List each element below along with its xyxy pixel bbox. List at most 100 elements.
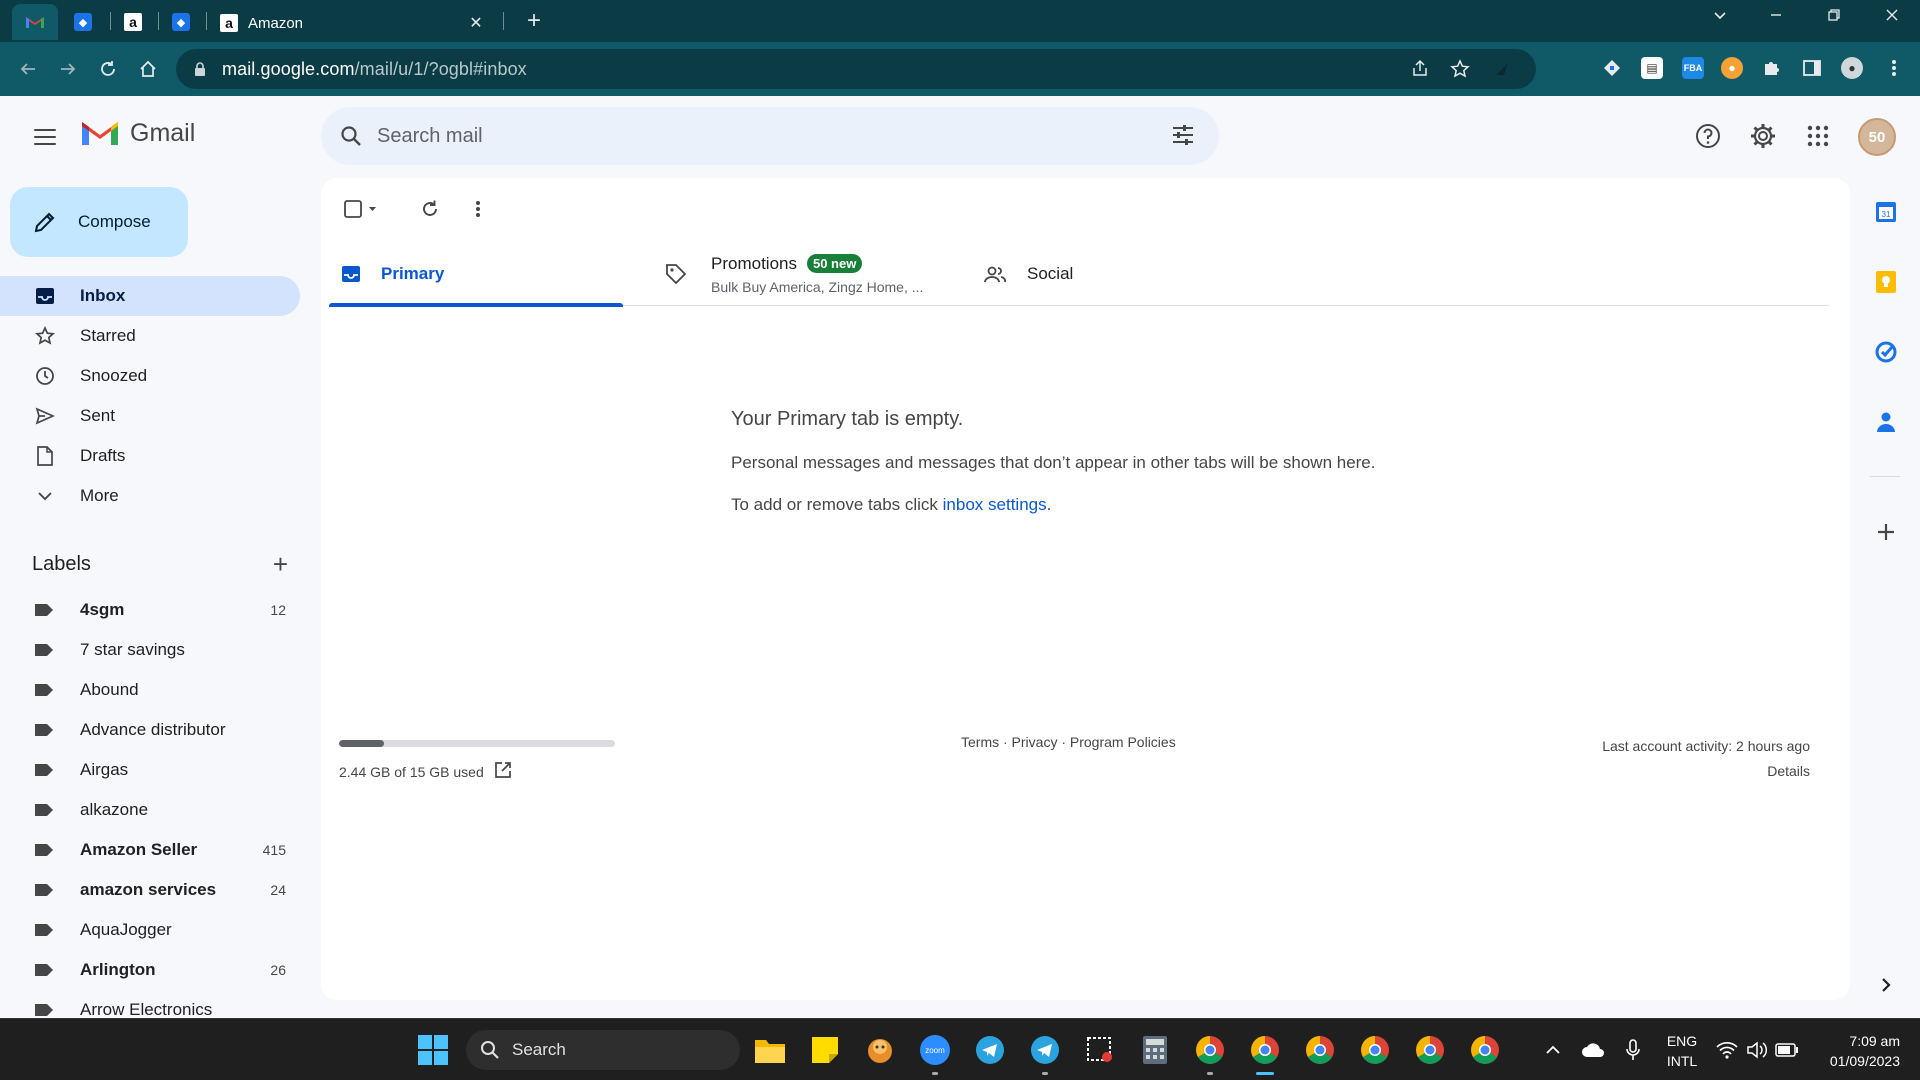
chrome-profile-2-icon[interactable]: [1303, 1033, 1337, 1067]
nav-item-more[interactable]: More: [0, 476, 300, 516]
nav-item-starred[interactable]: Starred: [0, 316, 300, 356]
profile-avatar-icon[interactable]: ●: [1841, 57, 1863, 79]
windows-start-icon[interactable]: [418, 1035, 448, 1065]
chrome-icon[interactable]: [1193, 1033, 1227, 1075]
label-item[interactable]: 4sgm 12: [0, 590, 300, 630]
help-icon[interactable]: [1688, 118, 1728, 154]
details-link[interactable]: Details: [1602, 759, 1810, 784]
label-list: 4sgm 12 7 star savings Abound Advance distri…: [0, 590, 300, 1030]
microphone-icon[interactable]: [1616, 1033, 1650, 1067]
zoom-icon[interactable]: zoom: [918, 1033, 952, 1075]
extension-puzzle-blue-icon[interactable]: [1601, 57, 1623, 79]
address-bar[interactable]: mail.google.com/mail/u/1/?ogbl#inbox: [176, 49, 1536, 89]
label-item[interactable]: Amazon Seller 415: [0, 830, 300, 870]
chevron-down-icon: [34, 485, 56, 507]
add-label-icon[interactable]: +: [273, 549, 288, 580]
settings-gear-icon[interactable]: [1743, 118, 1783, 154]
keep-icon[interactable]: [1872, 268, 1900, 296]
extension-doc-icon[interactable]: ▤: [1641, 57, 1663, 79]
account-avatar[interactable]: 50: [1858, 118, 1896, 156]
telegram-2-icon[interactable]: [1028, 1033, 1062, 1075]
calculator-icon[interactable]: [1138, 1033, 1172, 1067]
reload-icon[interactable]: [94, 55, 122, 83]
browser-menu-icon[interactable]: [1883, 57, 1905, 79]
telegram-icon[interactable]: [973, 1033, 1007, 1067]
label-item[interactable]: 7 star savings: [0, 630, 300, 670]
search-mail-bar[interactable]: Search mail: [321, 107, 1219, 165]
label-item[interactable]: Advance distributor: [0, 710, 300, 750]
sticky-notes-icon[interactable]: [808, 1033, 842, 1067]
nav-item-sent[interactable]: Sent: [0, 396, 300, 436]
chrome-active-icon[interactable]: [1248, 1033, 1282, 1075]
label-item[interactable]: Airgas: [0, 750, 300, 790]
search-icon[interactable]: [339, 124, 363, 148]
window-close-icon[interactable]: [1872, 8, 1912, 32]
more-vert-icon[interactable]: [461, 192, 495, 226]
tab-gmail[interactable]: [12, 4, 58, 40]
main-menu-icon[interactable]: [28, 120, 62, 154]
extension-fba-icon[interactable]: FBA: [1682, 57, 1704, 79]
minimize-icon[interactable]: [1756, 8, 1796, 32]
game-app-icon[interactable]: [863, 1033, 897, 1067]
apps-grid-icon[interactable]: [1798, 118, 1838, 154]
select-checkbox[interactable]: [339, 192, 383, 226]
share-icon[interactable]: [1410, 59, 1430, 84]
calendar-icon[interactable]: 31: [1872, 198, 1900, 226]
tab-promotions[interactable]: Promotions 50 new Bulk Buy America, Zing…: [647, 242, 937, 306]
search-options-icon[interactable]: [1169, 121, 1199, 151]
bookmark-star-icon[interactable]: [1450, 59, 1470, 84]
label-item[interactable]: Arlington 26: [0, 950, 300, 990]
tasks-icon[interactable]: [1872, 338, 1900, 366]
tab-search-icon[interactable]: [1700, 8, 1740, 32]
taskbar-search[interactable]: Search: [466, 1030, 740, 1070]
nav-item-inbox[interactable]: Inbox: [0, 276, 300, 316]
chrome-profile-5-icon[interactable]: [1468, 1033, 1502, 1067]
extension-arrow-icon[interactable]: [1492, 59, 1512, 84]
back-icon[interactable]: [14, 55, 42, 83]
label-tag-icon: [35, 924, 53, 936]
home-icon[interactable]: [134, 55, 162, 83]
snipping-tool-icon[interactable]: [1083, 1033, 1117, 1067]
compose-button[interactable]: Compose: [10, 187, 188, 257]
input-language[interactable]: ENG INTL: [1664, 1031, 1700, 1071]
add-addon-icon[interactable]: [1872, 518, 1900, 546]
tab-shield-2[interactable]: ◆: [158, 4, 204, 40]
tab-amazon[interactable]: a Amazon ✕: [208, 4, 498, 42]
chevron-right-icon[interactable]: [1872, 971, 1900, 999]
star-icon: [34, 325, 56, 347]
chrome-profile-4-icon[interactable]: [1413, 1033, 1447, 1067]
nav-item-drafts[interactable]: Drafts: [0, 436, 300, 476]
forward-icon[interactable]: [54, 55, 82, 83]
battery-icon[interactable]: [1770, 1033, 1804, 1067]
refresh-icon[interactable]: [413, 192, 447, 226]
label-item[interactable]: amazon services 24: [0, 870, 300, 910]
inbox-settings-link[interactable]: inbox settings: [943, 495, 1047, 514]
new-tab-button[interactable]: +: [520, 8, 548, 36]
search-input[interactable]: Search mail: [377, 125, 483, 148]
extensions-puzzle-icon[interactable]: [1761, 57, 1783, 79]
tab-social[interactable]: Social: [971, 242, 1231, 306]
extension-orange-icon[interactable]: ●: [1721, 57, 1743, 79]
file-explorer-icon[interactable]: [753, 1033, 787, 1067]
tab-amazon-mini[interactable]: a: [110, 4, 156, 40]
gmail-logo[interactable]: Gmail: [80, 118, 195, 148]
label-item[interactable]: Abound: [0, 670, 300, 710]
contacts-icon[interactable]: [1872, 408, 1900, 436]
nav-item-snoozed[interactable]: Snoozed: [0, 356, 300, 396]
label-item[interactable]: alkazone: [0, 790, 300, 830]
footer-policy-links[interactable]: Terms · Privacy · Program Policies: [961, 734, 1176, 750]
side-panel-icon[interactable]: [1801, 57, 1823, 79]
chrome-profile-3-icon[interactable]: [1358, 1033, 1392, 1067]
wifi-icon[interactable]: [1710, 1033, 1744, 1067]
tab-primary[interactable]: Primary: [329, 242, 623, 307]
label-item[interactable]: AquaJogger: [0, 910, 300, 950]
open-in-new-icon[interactable]: [494, 761, 512, 782]
taskbar-clock[interactable]: 7:09 am 01/09/2023: [1808, 1031, 1900, 1071]
tab-shield[interactable]: ◆: [60, 4, 106, 40]
volume-icon[interactable]: [1740, 1033, 1774, 1067]
restore-icon[interactable]: [1814, 8, 1854, 32]
onedrive-cloud-icon[interactable]: [1576, 1033, 1610, 1067]
tray-overflow-icon[interactable]: [1536, 1033, 1570, 1067]
empty-description: Personal messages and messages that don’…: [731, 453, 1376, 472]
tab-close-icon[interactable]: ✕: [464, 13, 488, 33]
